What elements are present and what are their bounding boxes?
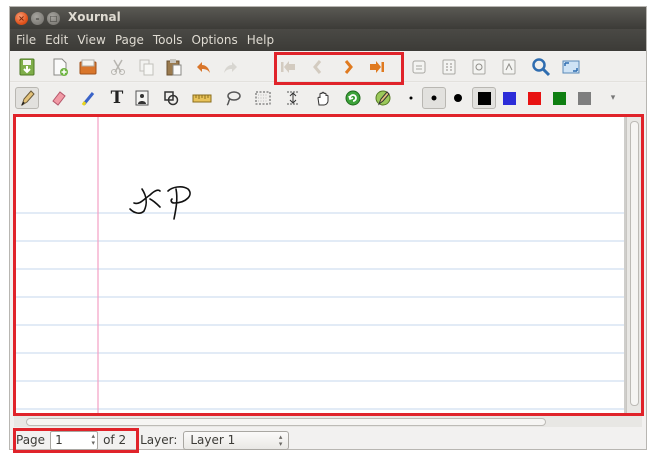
image-tool-button[interactable] [130, 87, 154, 109]
highlight-page-navigation [274, 52, 404, 85]
default-pen-button[interactable] [371, 87, 395, 109]
default-tool-button[interactable] [341, 87, 365, 109]
minimize-window-button[interactable]: – [31, 12, 44, 25]
close-icon: × [18, 14, 25, 23]
menu-page[interactable]: Page [115, 33, 144, 47]
color-gray-button[interactable] [572, 87, 596, 109]
chevron-down-icon: ▾ [610, 93, 616, 103]
save-icon [19, 58, 35, 76]
medium-width-button[interactable] [422, 87, 446, 109]
highlight-page-counter [13, 428, 139, 453]
color-blue-swatch [502, 91, 516, 105]
cut-button[interactable] [106, 56, 130, 78]
thin-dot-icon [409, 96, 413, 100]
menu-file[interactable]: File [16, 33, 36, 47]
redo-button[interactable] [219, 56, 243, 78]
menu-view[interactable]: View [77, 33, 105, 47]
title-bar: × – □ Xournal [10, 7, 646, 29]
zoom-icon [532, 58, 551, 77]
new-page-icon [53, 58, 68, 76]
horizontal-scrollbar[interactable] [14, 415, 642, 427]
select-rect-icon [255, 91, 271, 105]
redo-icon [224, 62, 237, 73]
copy-button[interactable] [134, 56, 158, 78]
menu-edit[interactable]: Edit [45, 33, 68, 47]
color-green-swatch [552, 91, 566, 105]
pen-icon [21, 90, 35, 107]
maximize-window-button[interactable]: □ [47, 12, 60, 25]
save-button[interactable] [15, 56, 39, 78]
text-tool-button[interactable]: T [105, 87, 129, 109]
highlighter-icon [81, 92, 95, 106]
page-layout-icon [442, 59, 456, 75]
layer-label: Layer: [140, 433, 178, 447]
combo-arrows-icon: ▴ ▾ [278, 432, 283, 448]
cut-icon [111, 59, 125, 75]
thin-width-button[interactable] [399, 87, 423, 109]
window-title: Xournal [68, 10, 121, 24]
shape-tool-button[interactable] [159, 87, 183, 109]
paste-icon [166, 59, 182, 76]
open-button[interactable] [76, 56, 100, 78]
vertical-space-tool-button[interactable] [281, 87, 305, 109]
zoom-button[interactable] [529, 56, 553, 78]
pen-tool-button[interactable] [15, 87, 39, 109]
hand-icon [317, 91, 329, 106]
highlight-canvas [13, 114, 644, 416]
color-red-button[interactable] [522, 87, 546, 109]
eraser-tool-button[interactable] [47, 87, 71, 109]
fullscreen-icon [562, 60, 580, 74]
zoom-out-icon [502, 59, 516, 75]
ruler-tool-button[interactable] [190, 87, 214, 109]
color-gray-swatch [577, 91, 591, 105]
paste-button[interactable] [162, 56, 186, 78]
highlighter-tool-button[interactable] [77, 87, 101, 109]
page-layout-button[interactable] [437, 56, 461, 78]
copy-icon [139, 59, 154, 76]
layer-selector[interactable]: Layer 1 ▴ ▾ [183, 430, 290, 450]
vertical-space-icon [287, 91, 299, 105]
undo-icon [197, 62, 210, 73]
toolbar-overflow-button[interactable]: ▾ [601, 87, 625, 109]
horizontal-scroll-thumb[interactable] [26, 418, 546, 426]
layer-selector-value: Layer 1 [190, 432, 236, 447]
xournal-window: × – □ Xournal File Edit View Page Tools … [9, 6, 647, 453]
thick-width-button[interactable] [446, 87, 470, 109]
zoom-fit-button[interactable] [467, 56, 491, 78]
close-window-button[interactable]: × [15, 12, 28, 25]
undo-button[interactable] [191, 56, 215, 78]
ruler-icon [192, 94, 212, 103]
tools-toolbar: T ▾ [10, 83, 646, 113]
menu-help[interactable]: Help [247, 33, 274, 47]
color-green-button[interactable] [547, 87, 571, 109]
medium-dot-icon [431, 95, 437, 101]
default-tool-icon [345, 90, 361, 106]
maximize-icon: □ [49, 14, 58, 23]
lasso-tool-button[interactable] [221, 87, 245, 109]
color-black-swatch [477, 91, 491, 105]
minimize-icon: – [35, 14, 40, 23]
zoom-out-button[interactable] [497, 56, 521, 78]
thick-dot-icon [454, 94, 462, 102]
lasso-icon [226, 91, 241, 106]
fullscreen-button[interactable] [559, 56, 583, 78]
color-black-button[interactable] [472, 87, 496, 109]
color-blue-button[interactable] [497, 87, 521, 109]
layer-button[interactable] [407, 56, 431, 78]
hand-tool-button[interactable] [311, 87, 335, 109]
default-pen-icon [375, 90, 391, 106]
new-page-button[interactable] [48, 56, 72, 78]
color-red-swatch [527, 91, 541, 105]
zoom-fit-icon [472, 59, 486, 75]
menu-options[interactable]: Options [191, 33, 237, 47]
menu-tools[interactable]: Tools [153, 33, 183, 47]
text-icon: T [110, 88, 124, 108]
image-icon [135, 90, 149, 106]
shape-icon [164, 91, 179, 106]
layer-icon [412, 60, 426, 74]
eraser-icon [52, 91, 66, 106]
open-icon [79, 59, 97, 75]
select-rect-tool-button[interactable] [251, 87, 275, 109]
menu-bar: File Edit View Page Tools Options Help [10, 29, 646, 51]
